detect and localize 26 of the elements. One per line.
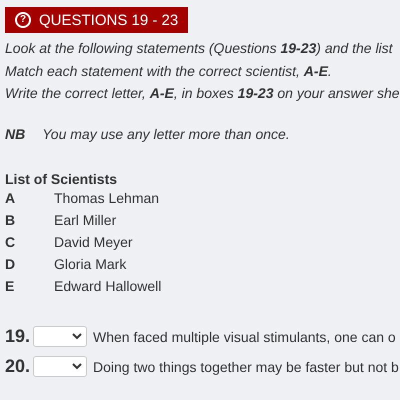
option-letter: B <box>5 210 16 230</box>
option-letter: E <box>5 276 16 296</box>
statement-text: Doing two things together may be faster but not b <box>93 358 399 374</box>
question-number: 20. <box>5 356 27 377</box>
statement-text: When faced multiple visual stimulants, one can o <box>93 328 396 344</box>
question-number: 19. <box>5 326 27 347</box>
instruction-text: Write the correct letter, A-E, in boxes 19-23 on your answer she <box>5 84 400 103</box>
scientist-name: Gloria Mark <box>54 254 126 274</box>
scientist-name: Thomas Lehman <box>54 188 160 208</box>
answer-dropdown[interactable] <box>33 326 87 347</box>
instruction-text: Look at the following statements (Questions 19-23) and the list <box>5 39 394 58</box>
scientist-name: David Meyer <box>54 232 133 252</box>
option-letter: D <box>5 254 16 274</box>
section-title: QUESTIONS 19 - 23 <box>39 12 178 28</box>
help-icon: ? <box>15 12 31 28</box>
instruction-text: Match each statement with the correct scientist, A-E. <box>5 62 333 80</box>
note-label: NB <box>5 126 26 142</box>
chevron-down-icon <box>72 333 82 340</box>
answer-dropdown[interactable] <box>33 356 87 377</box>
note-text: You may use any letter more than once. <box>42 126 290 142</box>
scientist-name: Earl Miller <box>54 210 116 230</box>
option-letter: A <box>5 188 16 208</box>
scientist-name: Edward Hallowell <box>54 276 162 296</box>
list-title: List of Scientists <box>5 170 118 186</box>
option-letter: C <box>5 232 16 252</box>
chevron-down-icon <box>72 363 82 370</box>
